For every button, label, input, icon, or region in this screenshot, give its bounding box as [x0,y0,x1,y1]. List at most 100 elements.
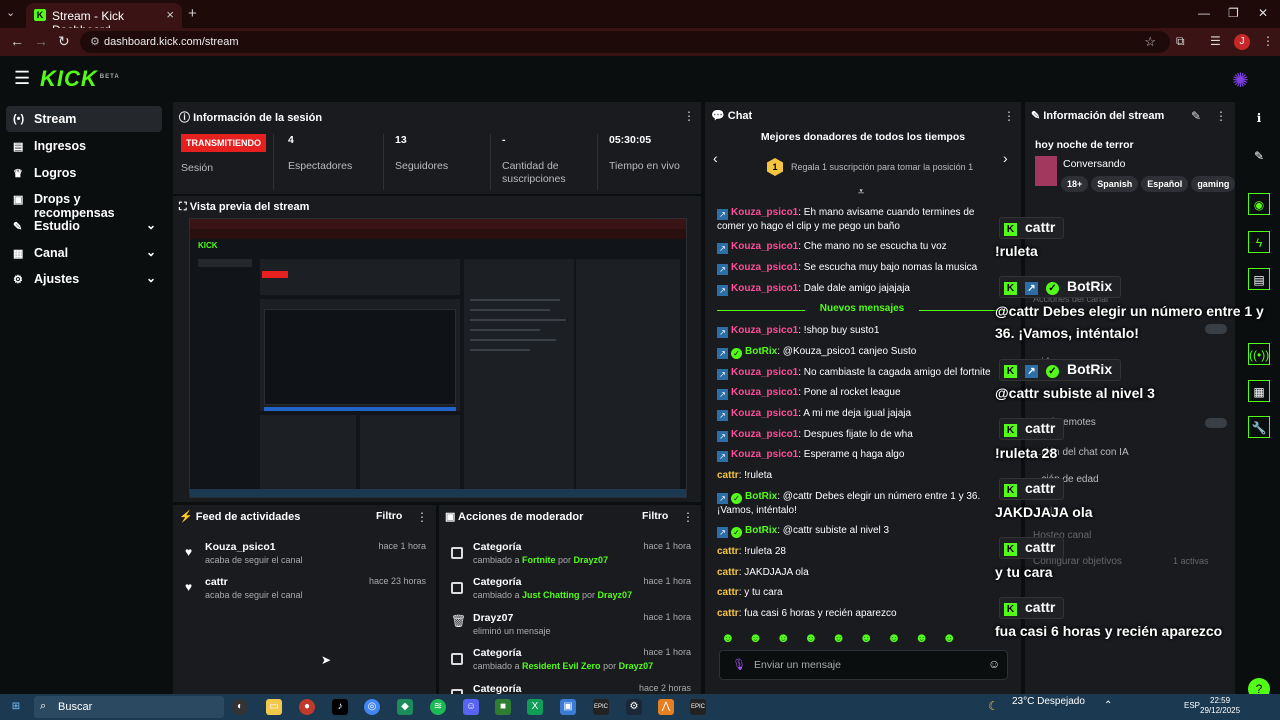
bookmark-star-icon[interactable]: ☆ [1144,34,1156,50]
chat-username[interactable]: Kouza_psico1 [731,387,798,398]
info-icon[interactable]: ℹ [1248,107,1270,129]
chat-username[interactable]: Kouza_psico1 [731,408,798,419]
camera-icon[interactable]: ◉ [1248,193,1270,215]
stream-preview-video[interactable]: KICK [189,218,687,498]
file-explorer-icon[interactable]: ▭ [266,699,282,715]
sidebar-item-stream[interactable]: (•) Stream [6,106,162,132]
windows-start-icon[interactable]: ⊞ [8,699,24,715]
forward-icon[interactable]: → [34,33,48,49]
toggle-switch[interactable] [1205,324,1227,334]
sidebar-item-ajustes[interactable]: ⚙ Ajustes ⌄ [6,266,162,292]
hamburger-menu-icon[interactable]: ☰ [14,68,30,89]
mod-user[interactable]: Drayz07 [598,590,633,600]
kebab-menu-icon[interactable]: ⋮ [1003,109,1015,123]
chat-username[interactable]: Kouza_psico1 [731,207,798,218]
tag[interactable]: gaming [1191,176,1236,192]
sidebar-item-logros[interactable]: ♛ Logros [6,160,162,186]
sidebar-item-estudio[interactable]: ✎ Estudio ⌄ [6,213,162,239]
layout-icon[interactable]: ▦ [1248,380,1270,402]
mod-user[interactable]: Drayz07 [619,661,654,671]
chat-username[interactable]: cattr [717,470,739,481]
mod-filter-button[interactable]: Filtro [642,510,668,522]
steam-icon[interactable]: ⚙ [626,699,642,715]
spotify-icon[interactable]: ≋ [430,699,446,715]
extensions-icon[interactable]: ⧉ [1176,34,1185,49]
kebab-menu-icon[interactable]: ⋮ [682,510,694,524]
restore-icon[interactable]: ❐ [1228,6,1239,20]
edit-icon[interactable]: ✎ [1191,109,1201,123]
edit-icon[interactable]: ✎ [1248,145,1270,167]
setting-row[interactable]: ...ción del chat con IA [1033,447,1223,458]
chat-username[interactable]: Kouza_psico1 [731,449,798,460]
close-tab-icon[interactable]: × [166,7,174,22]
chat-username[interactable]: BotRix [745,525,777,536]
app-icon[interactable]: ◐ [232,699,248,715]
feed-filter-button[interactable]: Filtro [376,510,402,522]
kebab-menu-icon[interactable]: ⋮ [683,109,695,123]
taskbar-search[interactable]: ⌕ Buscar [34,696,224,718]
mod-target[interactable]: Just Chatting [522,590,580,600]
kebab-menu-icon[interactable]: ⋮ [416,510,428,524]
feed-user[interactable]: cattr [205,576,228,588]
kebab-menu-icon[interactable]: ⋮ [1215,109,1227,123]
sidebar-item-drops[interactable]: ▣ Drops y recompensas [6,186,162,220]
new-messages-divider[interactable]: Nuevos mensajes [717,303,1007,317]
scroll-down-icon[interactable]: ⩡ [858,186,864,199]
chat-username[interactable]: Kouza_psico1 [731,241,798,252]
chat-username[interactable]: Kouza_psico1 [731,429,798,440]
category-name[interactable]: Conversando [1063,158,1125,170]
back-icon[interactable]: ← [10,33,24,49]
chat-message-input[interactable]: 🎙 Enviar un mensaje ☺ [719,650,1008,680]
chat-username[interactable]: Kouza_psico1 [731,262,798,273]
chrome-icon[interactable]: ◎ [364,699,380,715]
chat-username[interactable]: cattr [717,546,739,557]
obs-icon[interactable]: ● [299,699,315,715]
taskbar-clock[interactable]: 22:59 29/12/2025 [1200,696,1240,716]
user-avatar-icon[interactable]: ✺ [1232,68,1254,92]
mod-user[interactable]: Drayz07 [574,555,609,565]
tab-list-icon[interactable]: ⌄ [6,6,15,19]
sidebar-item-canal[interactable]: ▦ Canal ⌄ [6,240,162,266]
app-icon[interactable]: ▣ [560,699,576,715]
app-icon[interactable]: ◆ [397,699,413,715]
new-tab-icon[interactable]: + [188,5,197,22]
chat-username[interactable]: cattr [717,567,739,578]
profile-avatar[interactable]: J [1234,34,1250,50]
tag[interactable]: Spanish [1091,176,1139,192]
chat-username[interactable]: BotRix [745,491,777,502]
broadcast-icon[interactable]: ((•)) [1248,343,1270,365]
chat-username[interactable]: Kouza_psico1 [731,367,798,378]
minimize-icon[interactable]: — [1198,6,1210,20]
window-close-icon[interactable]: ✕ [1258,6,1268,20]
excel-icon[interactable]: X [527,699,543,715]
chat-username[interactable]: Kouza_psico1 [731,325,798,336]
app-icon[interactable]: ■ [495,699,511,715]
address-bar[interactable]: ⚙ dashboard.kick.com/stream ☆ [80,31,1170,53]
chat-username[interactable]: BotRix [745,346,777,357]
document-icon[interactable]: ▤ [1248,268,1270,290]
tag[interactable]: Español [1141,176,1189,192]
sidebar-item-ingresos[interactable]: ▤ Ingresos [6,133,162,159]
chat-username[interactable]: cattr [717,587,739,598]
emoji-icon[interactable]: ☺ [988,657,1000,671]
language-indicator[interactable]: ESP [1184,701,1200,710]
lightning-icon[interactable]: ϟ [1248,231,1270,253]
chevron-right-icon[interactable]: › [1003,150,1008,166]
weather-text[interactable]: 23°C Despejado [1012,696,1085,707]
media-icon[interactable]: ☰ [1210,34,1221,48]
mod-target[interactable]: Fortnite [522,555,556,565]
browser-tab[interactable]: K Stream - Kick Dashboard × [26,3,182,37]
app-icon[interactable]: ⋀ [658,699,674,715]
tag[interactable]: 18+ [1061,176,1089,192]
discord-icon[interactable]: ☺ [463,699,479,715]
tiktok-icon[interactable]: ♪ [332,699,348,715]
feed-user[interactable]: Kouza_psico1 [205,541,276,553]
epic-games-icon[interactable]: EPIC [593,699,609,715]
emote-bar[interactable]: ☻☻☻☻☻☻☻☻☻ [721,630,970,645]
chat-username[interactable]: cattr [717,608,739,619]
toggle-switch[interactable] [1205,418,1227,428]
chevron-left-icon[interactable]: ‹ [713,150,718,166]
reload-icon[interactable]: ↻ [58,33,70,50]
microphone-icon[interactable]: 🎙 [732,658,746,671]
kick-logo[interactable]: KICK BETA [40,66,120,92]
